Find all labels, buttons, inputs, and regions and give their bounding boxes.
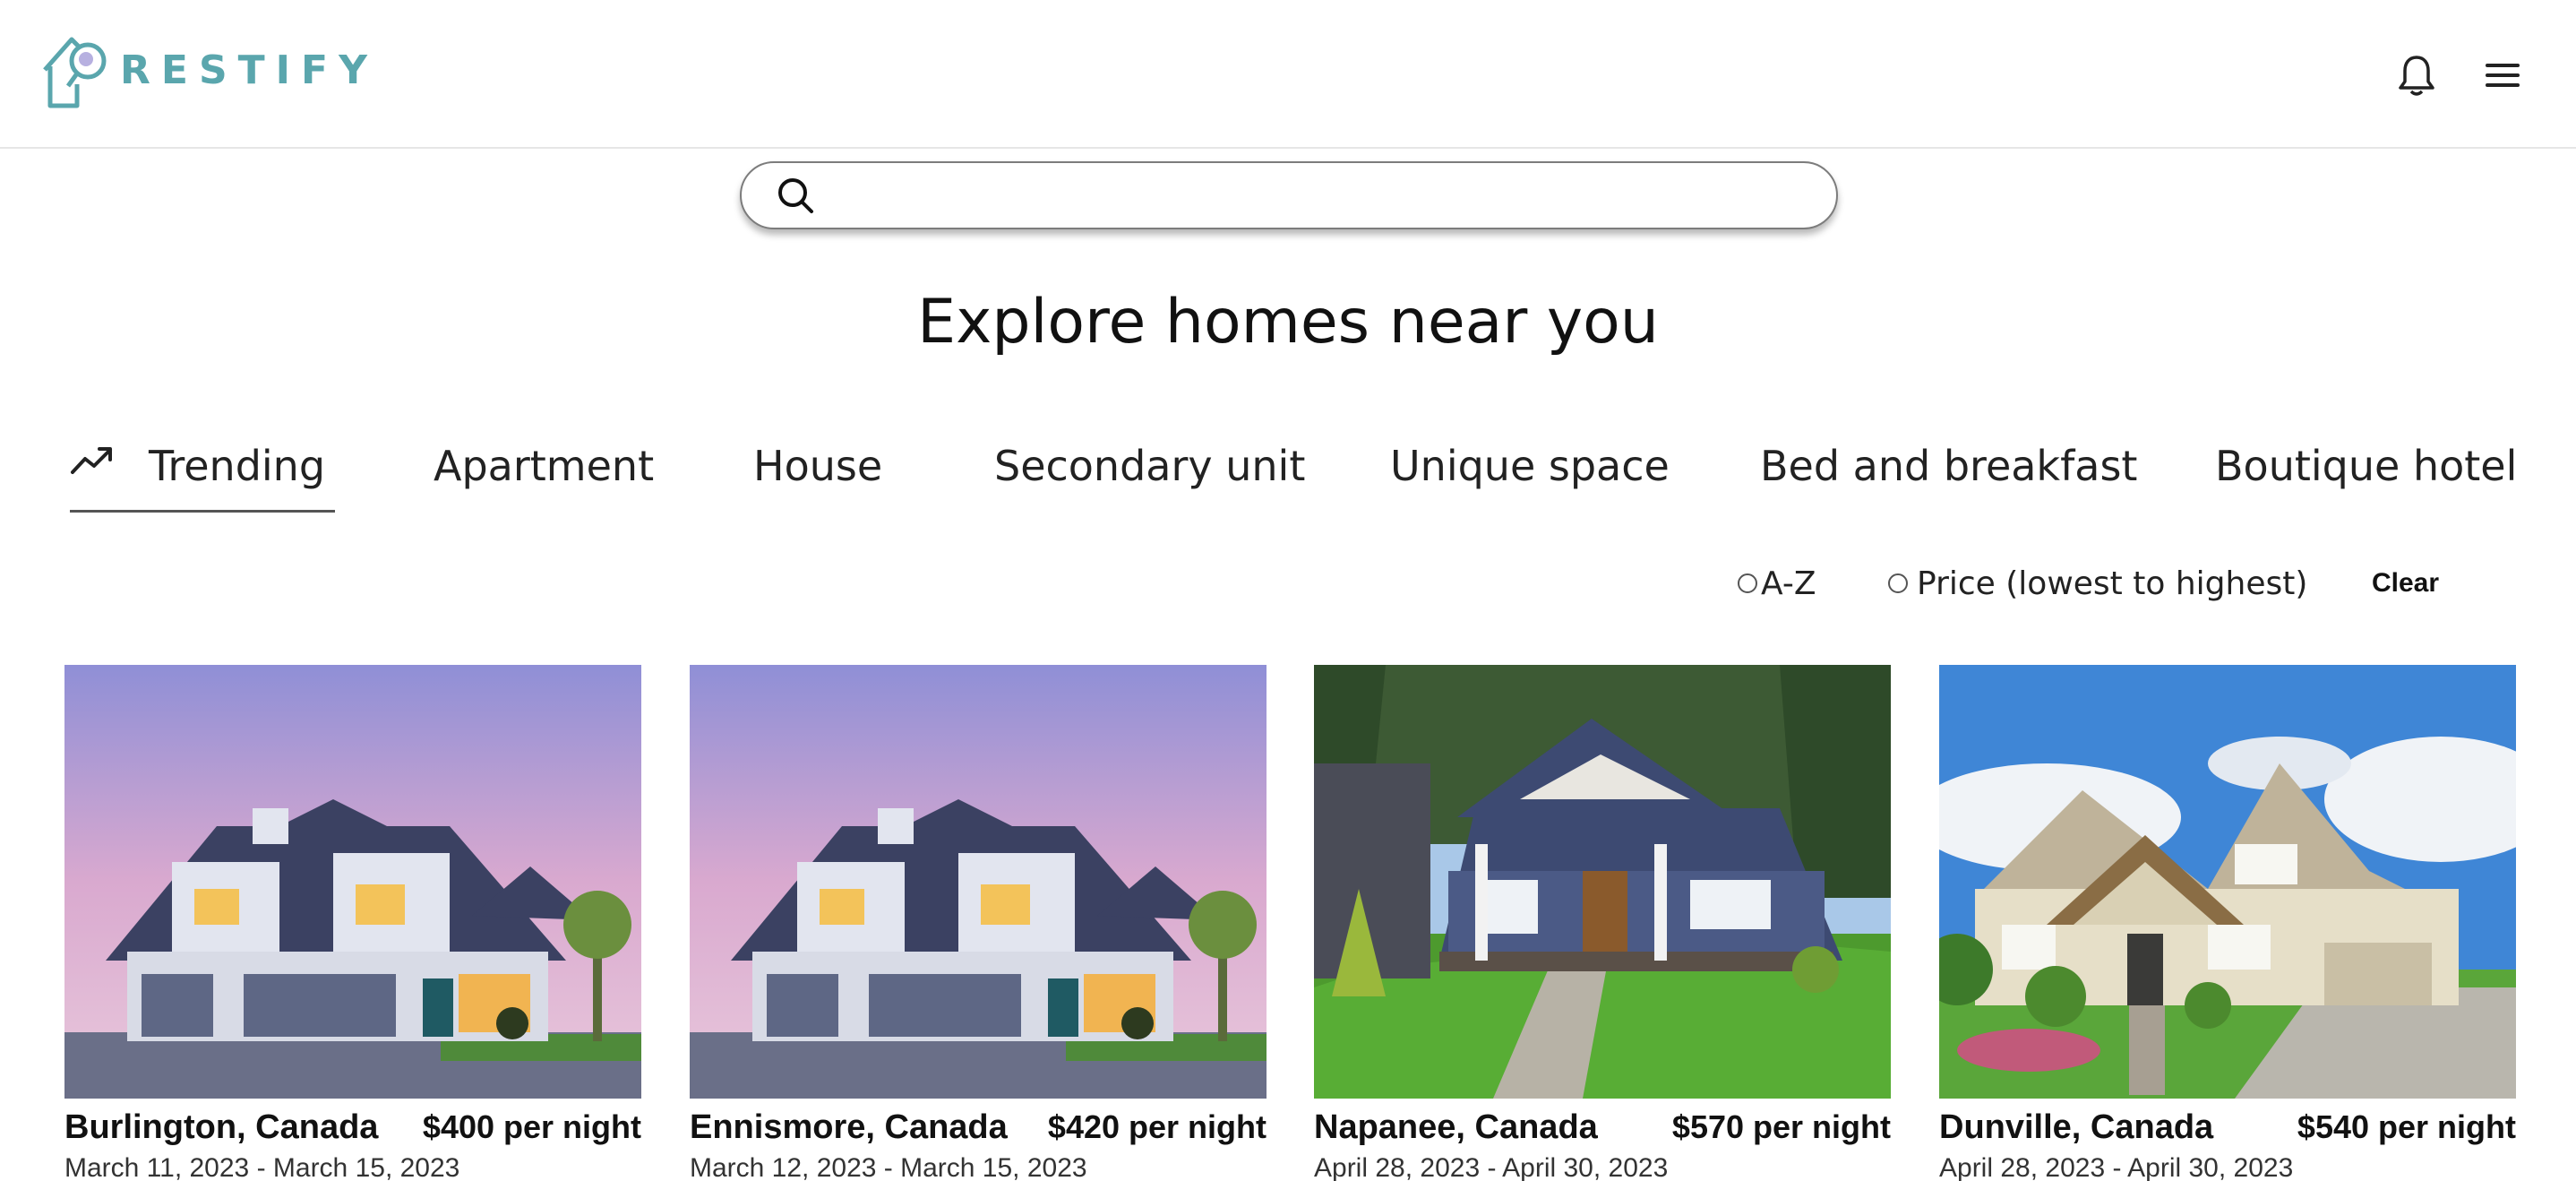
top-header: RESTIFY xyxy=(0,0,2576,149)
listing-dates: April 28, 2023 - April 30, 2023 xyxy=(1939,1151,2516,1181)
page-title: Explore homes near you xyxy=(917,287,1659,358)
listing-card[interactable]: Ennismore, Canada $420 per night March 1… xyxy=(690,665,1267,1181)
listing-price: $420 per night xyxy=(1047,1108,1267,1145)
tab-secondary-unit[interactable]: Secondary unit xyxy=(994,421,1305,511)
notifications-button[interactable] xyxy=(2391,50,2442,100)
brand-name: RESTIFY xyxy=(120,47,378,93)
tab-label: Boutique hotel xyxy=(2215,442,2518,490)
trending-up-icon xyxy=(71,446,112,474)
listing-dates: March 12, 2023 - March 15, 2023 xyxy=(690,1151,1267,1181)
listing-price: $400 per night xyxy=(422,1108,641,1145)
tab-label: Apartment xyxy=(434,442,655,490)
tab-bed-and-breakfast[interactable]: Bed and breakfast xyxy=(1760,421,2137,511)
listing-price: $540 per night xyxy=(2297,1108,2516,1145)
tab-trending[interactable]: Trending xyxy=(70,421,335,513)
listing-price: $570 per night xyxy=(1671,1108,1891,1145)
tab-label: Unique space xyxy=(1390,442,1670,490)
restify-logo[interactable]: RESTIFY xyxy=(38,27,378,113)
beige-house-photo[interactable] xyxy=(1939,665,2516,1099)
listing-city[interactable]: Ennismore, Canada xyxy=(690,1108,1008,1147)
tab-label: House xyxy=(753,442,883,490)
tab-unique-space[interactable]: Unique space xyxy=(1390,421,1670,511)
tab-house[interactable]: House xyxy=(753,421,882,511)
sort-options: A-Z Price (lowest to highest) Clear xyxy=(0,561,2576,606)
tab-apartment[interactable]: Apartment xyxy=(434,421,654,511)
search-input[interactable] xyxy=(831,170,1807,220)
listing-city[interactable]: Dunville, Canada xyxy=(1939,1108,2213,1147)
sort-option-label: Price (lowest to highest) xyxy=(1917,565,2308,602)
listing-dates: April 28, 2023 - April 30, 2023 xyxy=(1314,1151,1891,1181)
clear-button[interactable]: Clear xyxy=(2372,561,2439,606)
listing-city[interactable]: Napanee, Canada xyxy=(1314,1108,1598,1147)
category-tabs: Trending Apartment House Secondary unit … xyxy=(0,421,2576,520)
house-dusk-photo[interactable] xyxy=(690,665,1267,1099)
tab-label: Secondary unit xyxy=(994,442,1306,490)
listing-card[interactable]: Burlington, Canada $400 per night March … xyxy=(64,665,641,1181)
bell-icon xyxy=(2399,56,2434,96)
tab-label: Bed and breakfast xyxy=(1760,442,2138,490)
tab-label: Trending xyxy=(149,441,326,490)
sort-option-label: A-Z xyxy=(1761,565,1816,602)
sort-price-option[interactable]: Price (lowest to highest) xyxy=(1888,561,2307,606)
listing-card[interactable]: Dunville, Canada $540 per night April 28… xyxy=(1939,665,2516,1181)
craftsman-house-photo[interactable] xyxy=(1314,665,1891,1099)
listing-dates: March 11, 2023 - March 15, 2023 xyxy=(64,1151,641,1181)
radio-button[interactable] xyxy=(1888,573,1908,593)
sort-a-z-option[interactable]: A-Z xyxy=(1738,561,1816,606)
search-icon[interactable] xyxy=(774,174,817,217)
listing-city[interactable]: Burlington, Canada xyxy=(64,1108,378,1147)
house-key-logo-icon xyxy=(43,37,107,108)
radio-button[interactable] xyxy=(1738,573,1757,593)
hamburger-menu-icon xyxy=(2486,64,2520,87)
menu-button[interactable] xyxy=(2477,50,2528,100)
listing-card[interactable]: Napanee, Canada $570 per night April 28,… xyxy=(1314,665,1891,1181)
house-dusk-photo[interactable] xyxy=(64,665,641,1099)
tab-boutique-hotel[interactable]: Boutique hotel xyxy=(2215,421,2517,511)
search-bar[interactable] xyxy=(740,161,1838,229)
